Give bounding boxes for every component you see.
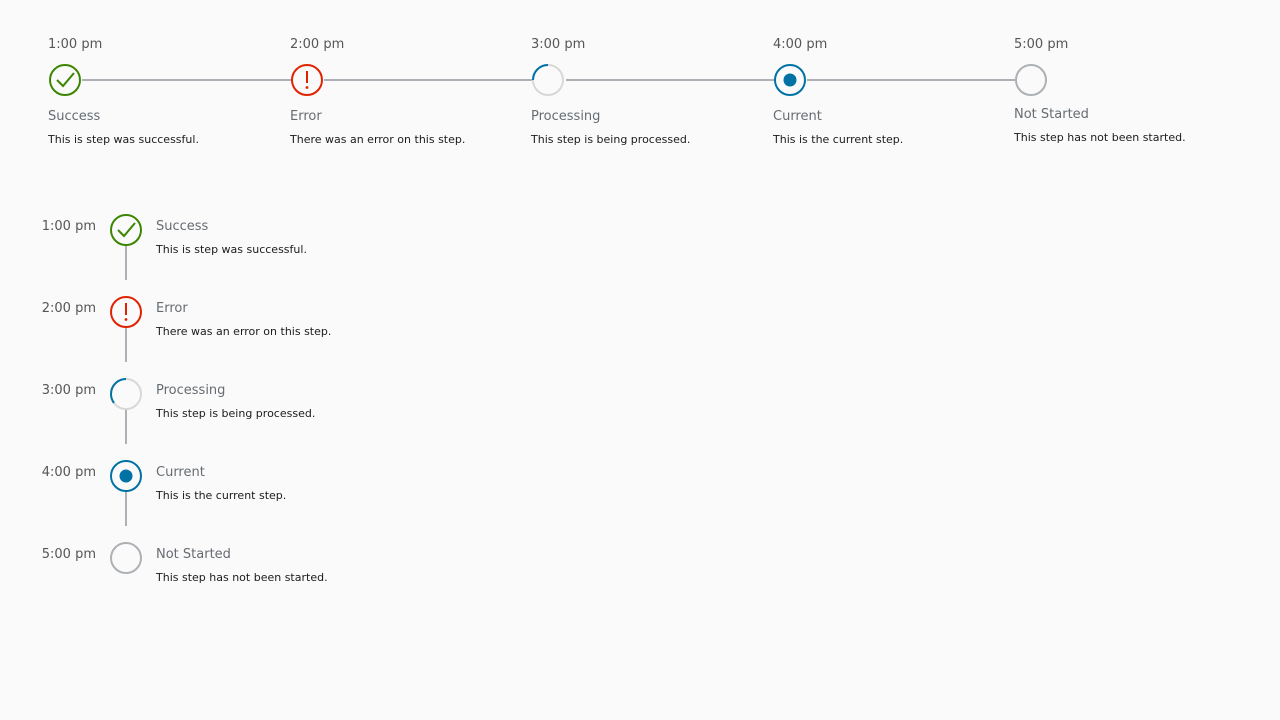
step-time: 3:00 pm <box>531 37 586 52</box>
horizontal-timeline: 1:00 pm Success This is step was success… <box>0 0 1280 180</box>
step-description: This is the current step. <box>773 133 904 146</box>
timeline-step-success: 1:00 pm Success This is step was success… <box>0 196 600 278</box>
step-time: 5:00 pm <box>1014 37 1069 52</box>
dot-circle-icon <box>774 64 806 96</box>
step-time: 3:00 pm <box>41 383 96 398</box>
timeline-step-error: 2:00 pm Error There was an error on this… <box>0 278 600 360</box>
spinner-icon <box>110 378 142 410</box>
step-description: This is step was successful. <box>48 133 199 146</box>
step-time: 4:00 pm <box>41 465 96 480</box>
step-description: This step is being processed. <box>531 133 691 146</box>
step-time: 5:00 pm <box>41 547 96 562</box>
spinner-icon <box>532 64 564 96</box>
step-title: Processing <box>531 109 601 124</box>
timeline-connector <box>807 79 1017 81</box>
step-title: Current <box>156 465 205 480</box>
timeline-connector <box>82 79 292 81</box>
step-title: Success <box>48 109 101 124</box>
step-description: There was an error on this step. <box>156 325 332 338</box>
step-title: Processing <box>156 383 226 398</box>
checkmark-circle-icon <box>49 64 81 96</box>
step-description: This step has not been started. <box>156 571 328 584</box>
step-description: This is the current step. <box>156 489 287 502</box>
checkmark-circle-icon <box>110 214 142 246</box>
step-title: Current <box>773 109 822 124</box>
step-time: 2:00 pm <box>290 37 345 52</box>
timeline-step-processing: 3:00 pm Processing This step is being pr… <box>0 360 600 442</box>
step-title: Not Started <box>1014 107 1089 122</box>
step-title: Not Started <box>156 547 231 562</box>
vertical-timeline: 1:00 pm Success This is step was success… <box>0 180 600 600</box>
step-title: Error <box>156 301 188 316</box>
timeline-step-not-started: 5:00 pm Not Started This step has not be… <box>0 524 600 606</box>
timeline-step-current: 4:00 pm Current This is the current step… <box>0 442 600 524</box>
step-time: 1:00 pm <box>41 219 96 234</box>
step-time: 1:00 pm <box>48 37 103 52</box>
step-description: This step has not been started. <box>1014 131 1186 144</box>
exclamation-circle-icon <box>291 64 323 96</box>
dot-circle-icon <box>110 460 142 492</box>
timeline-connector <box>566 79 776 81</box>
exclamation-circle-icon <box>110 296 142 328</box>
empty-circle-icon <box>1015 64 1047 96</box>
empty-circle-icon <box>110 542 142 574</box>
step-description: This step is being processed. <box>156 407 316 420</box>
step-title: Error <box>290 109 322 124</box>
step-description: This is step was successful. <box>156 243 307 256</box>
step-description: There was an error on this step. <box>290 133 466 146</box>
timeline-connector <box>324 79 532 81</box>
step-time: 4:00 pm <box>773 37 828 52</box>
step-time: 2:00 pm <box>41 301 96 316</box>
step-title: Success <box>156 219 209 234</box>
